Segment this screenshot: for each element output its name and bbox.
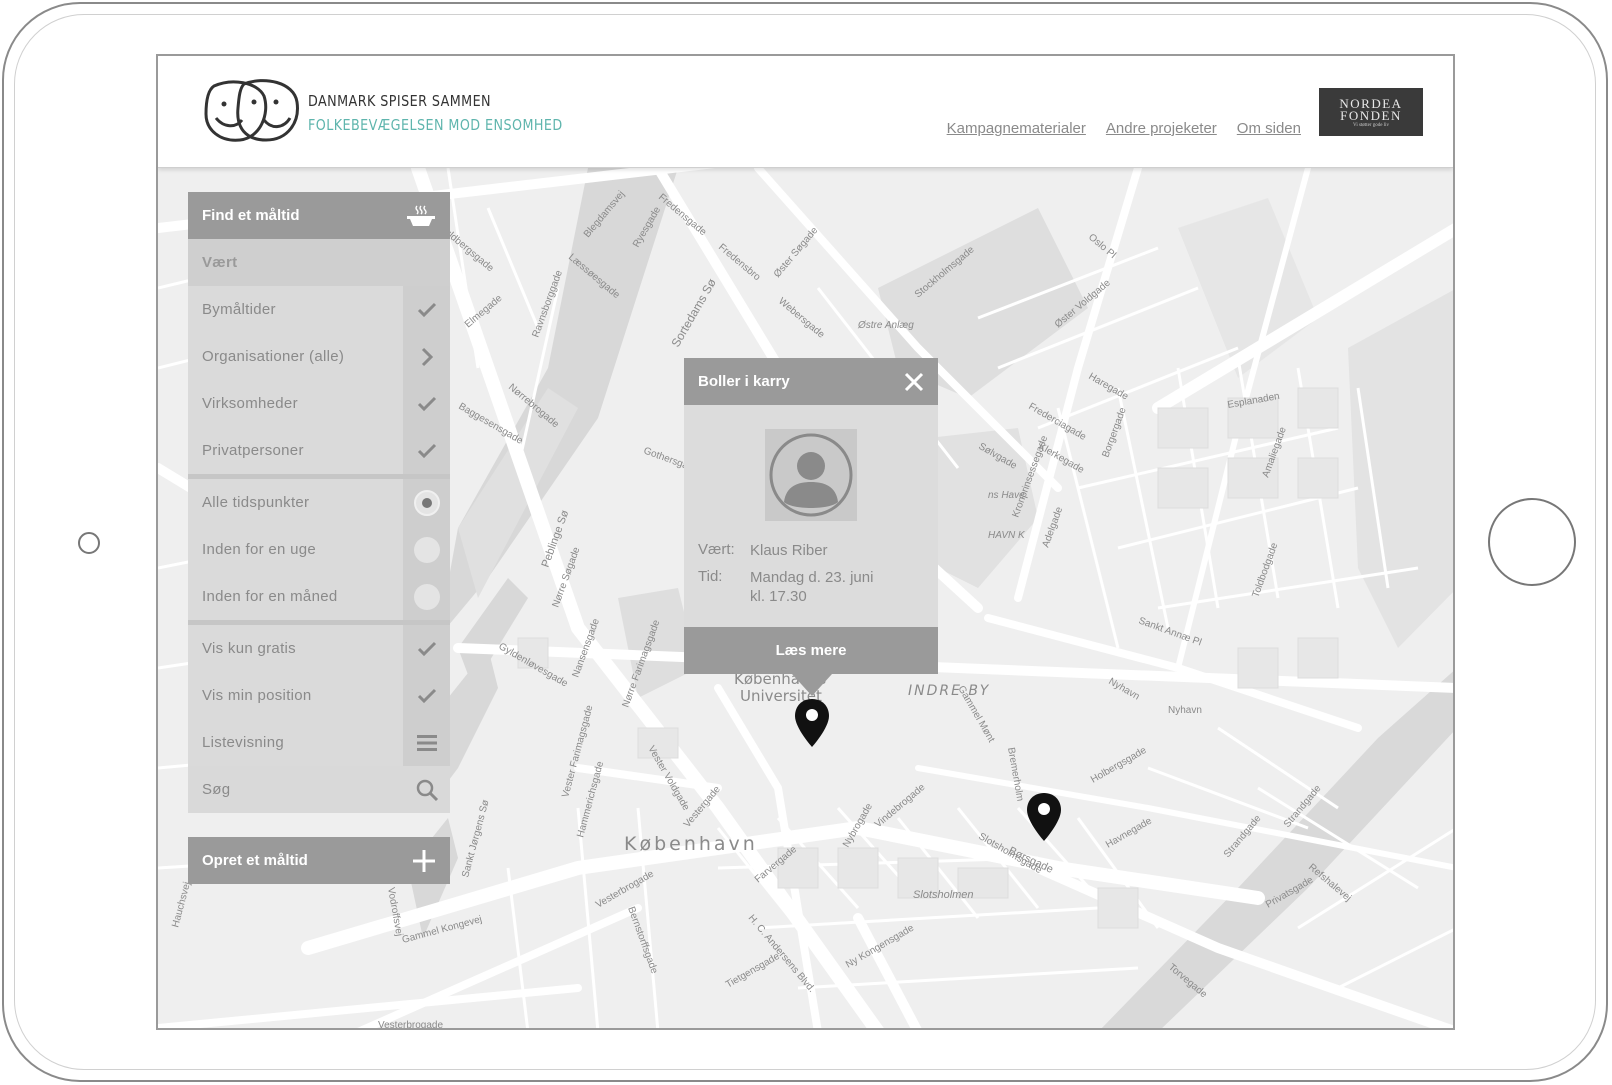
find-meal-title: Find et måltid (202, 207, 300, 224)
check-icon[interactable] (403, 286, 450, 333)
toggle-listevisning[interactable]: Listevisning (188, 719, 450, 766)
toggle-vis-kun-gratis[interactable]: Vis kun gratis (188, 625, 450, 672)
radio-icon[interactable] (413, 536, 440, 563)
search-input[interactable]: Søg (188, 766, 450, 813)
check-icon[interactable] (403, 625, 450, 672)
check-icon[interactable] (403, 427, 450, 474)
brand-tagline: FOLKEBEVÆGELSEN MOD ENSOMHED (308, 116, 563, 134)
svg-text:HAVN K: HAVN K (988, 530, 1026, 541)
time-value-hour: kl. 17.30 (750, 588, 807, 605)
host-value: Klaus Riber (750, 542, 828, 559)
filter-organisationer[interactable]: Organisationer (alle) (188, 333, 450, 380)
popup-title: Boller i karry (698, 373, 790, 390)
app-screen: Fredensgade Blegdamsvej Fredensbro Øster… (156, 54, 1455, 1030)
popup-header: Boller i karry (684, 358, 938, 405)
filter-panel: Find et måltid Vært Bymåltider Organisat… (188, 192, 450, 884)
time-inden-for-en-uge[interactable]: Inden for en uge (188, 526, 450, 573)
time-value-date: Mandag d. 23. juni (750, 569, 874, 586)
sponsor-line-2: FONDEN (1340, 108, 1402, 123)
radio-icon[interactable] (413, 583, 440, 610)
create-meal-label: Opret et måltid (202, 852, 308, 869)
map-label-district: INDRE BY (908, 683, 990, 699)
filter-privatpersoner[interactable]: Privatpersoner (188, 427, 450, 474)
home-button[interactable] (1488, 498, 1576, 586)
filter-virksomheder[interactable]: Virksomheder (188, 380, 450, 427)
svg-text:ns Have: ns Have (988, 490, 1025, 501)
time-inden-for-en-maaned[interactable]: Inden for en måned (188, 573, 450, 620)
meal-popup: Boller i karry Vært: Klaus Riber Tid: Mand… (684, 358, 938, 696)
nav-link-andre-projekter[interactable]: Andre projeketer (1106, 120, 1217, 137)
brand-name: DANMARK SPISER SAMMEN (308, 92, 492, 110)
host-section-label: Vært (188, 239, 450, 286)
sponsor-line-1: NORDEA (1339, 96, 1403, 111)
sponsor-logo[interactable]: NORDEA FONDEN Vi støtter gode liv (1319, 88, 1423, 136)
host-key: Vært: (698, 541, 735, 558)
camera-icon (78, 532, 100, 554)
list-icon[interactable] (403, 719, 450, 766)
close-icon[interactable] (904, 372, 924, 392)
popup-pointer (792, 674, 832, 696)
radio-selected-icon[interactable] (413, 489, 440, 516)
svg-text:Slotsholmen: Slotsholmen (913, 889, 974, 901)
map-pin-icon[interactable] (1026, 792, 1062, 842)
plus-icon (413, 849, 435, 872)
food-bowl-icon (407, 205, 435, 226)
user-avatar-icon (769, 433, 853, 517)
top-nav: Kampagnematerialer Andre projeketer Om s… (947, 120, 1301, 137)
search-icon[interactable] (403, 766, 450, 813)
toggle-vis-min-position[interactable]: Vis min position (188, 672, 450, 719)
nav-link-kampagnematerialer[interactable]: Kampagnematerialer (947, 120, 1086, 137)
logo-faces-icon (204, 79, 299, 142)
search-placeholder: Søg (202, 781, 231, 798)
chevron-right-icon[interactable] (403, 333, 450, 380)
svg-text:Østre Anlæg: Østre Anlæg (857, 320, 914, 331)
check-icon[interactable] (403, 672, 450, 719)
svg-text:Vesterbrogade: Vesterbrogade (378, 1020, 443, 1030)
map-pin-icon[interactable] (794, 698, 830, 748)
read-more-button[interactable]: Læs mere (684, 627, 938, 674)
sponsor-tagline: Vi støtter gode liv (1353, 123, 1389, 128)
site-header: DANMARK SPISER SAMMEN FOLKEBEVÆGELSEN MO… (158, 56, 1453, 168)
filter-bymaltider[interactable]: Bymåltider (188, 286, 450, 333)
create-meal-button[interactable]: Opret et måltid (188, 837, 450, 884)
check-icon[interactable] (403, 380, 450, 427)
popup-body: Vært: Klaus Riber Tid: Mandag d. 23. juni k… (684, 405, 938, 627)
nav-link-om-siden[interactable]: Om siden (1237, 120, 1301, 137)
avatar (765, 429, 857, 521)
map-label-city: København (624, 833, 758, 855)
find-meal-header[interactable]: Find et måltid (188, 192, 450, 239)
time-key: Tid: (698, 568, 723, 585)
time-alle-tidspunkter[interactable]: Alle tidspunkter (188, 479, 450, 526)
popup-info: Vært: Klaus Riber Tid: Mandag d. 23. juni k… (698, 541, 873, 614)
svg-text:Nyhavn: Nyhavn (1168, 705, 1202, 716)
